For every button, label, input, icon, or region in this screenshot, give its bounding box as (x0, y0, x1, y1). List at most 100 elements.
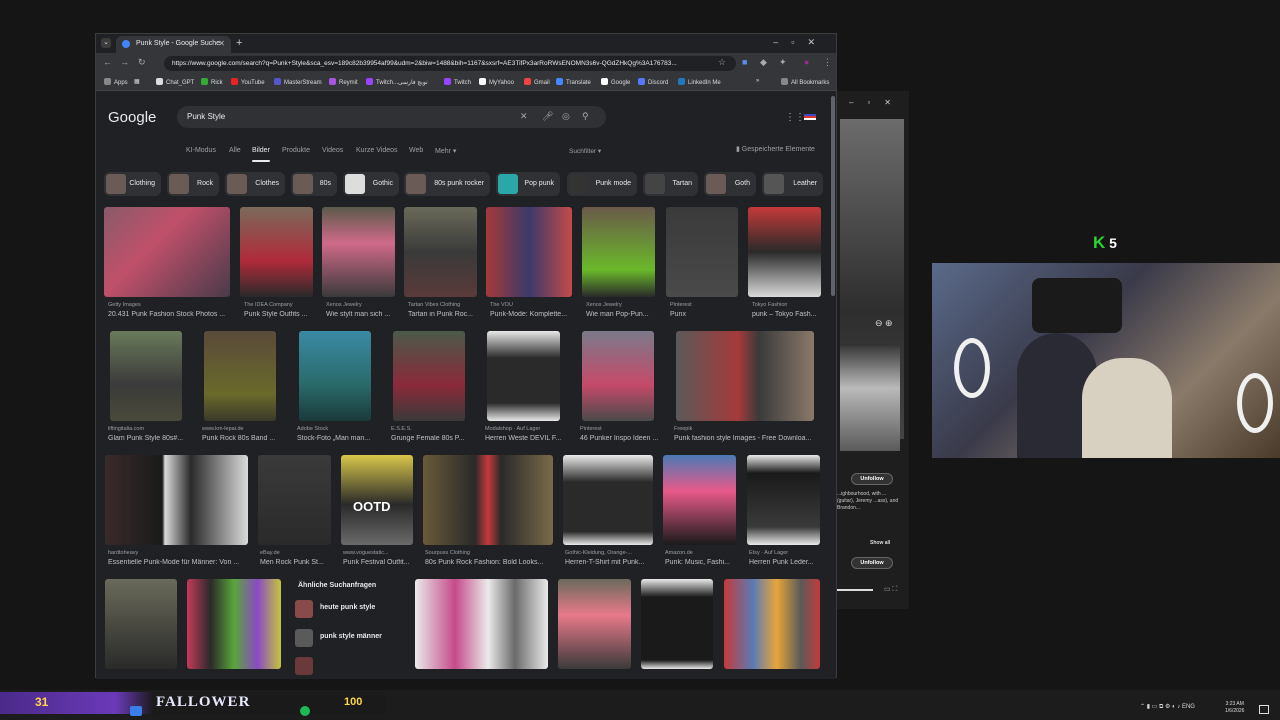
bookmark-twitch[interactable]: Twitch (444, 78, 471, 86)
chip-clothing[interactable]: Clothing (104, 172, 161, 196)
unfollow-button[interactable]: Unfollow (851, 473, 893, 485)
result-title[interactable]: Punk Festival Outfit... (343, 559, 415, 566)
result-title[interactable]: Men Rock Punk St... (260, 559, 332, 566)
result-title[interactable]: punk – Tokyo Fash... (752, 311, 824, 318)
bookmark-rick[interactable]: Rick (201, 78, 223, 86)
result-title[interactable]: Herren Weste DEVIL F... (485, 435, 573, 442)
image-result[interactable] (563, 455, 653, 545)
voice-search-icon[interactable]: 🎤︎ (542, 111, 553, 122)
tab-alle[interactable]: Alle (229, 147, 241, 154)
result-title[interactable]: 20.431 Punk Fashion Stock Photos ... (108, 311, 230, 318)
google-apps-icon[interactable]: ⋮⋮ (785, 112, 805, 123)
all-bookmarks[interactable]: All Bookmarks (781, 78, 829, 86)
result-title[interactable]: Grunge Female 80s P... (391, 435, 479, 442)
new-tab-icon[interactable]: + (236, 37, 242, 49)
bookmark-twitch-fa[interactable]: Twitch...تویچ فارسی (366, 78, 428, 86)
tab-mehr[interactable]: Mehr ▾ (435, 147, 456, 155)
result-title[interactable]: Tartan in Punk Roc... (408, 311, 480, 318)
suchfilter-button[interactable]: Suchfilter ▾ (569, 147, 601, 155)
image-result[interactable] (110, 331, 182, 421)
result-title[interactable]: Essentielle Punk-Mode für Männer: Von ..… (108, 559, 248, 566)
search-icon[interactable]: ⚲ (582, 111, 589, 122)
image-result[interactable] (204, 331, 276, 421)
tab-kurze-videos[interactable]: Kurze Videos (356, 147, 398, 154)
image-result[interactable] (676, 331, 814, 421)
tab-videos[interactable]: Videos (322, 147, 343, 154)
account-avatar[interactable] (804, 114, 816, 120)
system-clock[interactable]: 3:23 AM 1/6/2026 (1225, 701, 1244, 715)
result-title[interactable]: Punk Style Outfits ... (244, 311, 316, 318)
playback-progress[interactable] (837, 589, 873, 591)
result-title[interactable]: Herren Punk Leder... (749, 559, 821, 566)
result-title[interactable]: 46 Punker Inspo Ideen ... (580, 435, 668, 442)
tab-search-icon[interactable]: ⌄ (101, 38, 111, 48)
bookmark-google[interactable]: Google (601, 78, 630, 86)
image-result[interactable] (299, 331, 371, 421)
result-title[interactable]: Punk fashion style Images - Free Downloa… (674, 435, 819, 442)
image-result[interactable] (582, 331, 654, 421)
bookmark-star-icon[interactable]: ☆ (718, 57, 726, 68)
system-tray[interactable]: ⌃ ▮ ▭ ⧉ ⚙ ◐ ♪ ENG (1140, 703, 1195, 711)
search-box[interactable]: Punk Style ✕ 🎤︎ ◎ ⚲ (177, 106, 606, 128)
image-result[interactable] (666, 207, 738, 297)
result-title[interactable]: 80s Punk Rock Fashion: Bold Looks... (425, 559, 555, 566)
window-controls[interactable]: –▫✕ (849, 98, 905, 107)
image-result[interactable] (104, 207, 230, 297)
bookmark-grid-icon[interactable]: ▦ (134, 78, 140, 85)
chip-gothic[interactable]: Gothic (343, 172, 399, 196)
menu-kebab-icon[interactable]: ⋮ (823, 57, 832, 68)
chrome-taskbar-icon[interactable] (130, 706, 142, 716)
scrollbar-thumb[interactable] (831, 96, 835, 296)
extension-icon[interactable]: ■ (742, 57, 747, 67)
bookmark-discord[interactable]: Discord (638, 78, 668, 86)
player-controls-icon[interactable]: ▭ ⛶ (884, 585, 897, 594)
result-title[interactable]: Punk Rock 80s Band ... (202, 435, 290, 442)
image-result[interactable] (393, 331, 465, 421)
profile-avatar-icon[interactable]: ● (804, 57, 809, 67)
search-input[interactable]: Punk Style (187, 112, 225, 121)
chip-tartan[interactable]: Tartan (643, 172, 698, 196)
result-title[interactable]: Herren-T-Shirt mit Punk... (565, 559, 655, 566)
bookmark-reymit[interactable]: Reymit (329, 78, 358, 86)
bookmark-apps[interactable]: Apps (104, 78, 128, 86)
chip-leather[interactable]: Leather (762, 172, 823, 196)
image-result[interactable] (105, 455, 248, 545)
clear-search-icon[interactable]: ✕ (520, 111, 528, 122)
tab-web[interactable]: Web (409, 147, 423, 154)
show-all-link[interactable]: Show all (870, 540, 890, 546)
related-search-item[interactable]: punk style männer (291, 627, 407, 649)
zoom-controls-icon[interactable]: ⊖ ⊕ (875, 318, 893, 329)
result-title[interactable]: Wie man Pop-Pun... (586, 311, 658, 318)
image-result[interactable] (724, 579, 820, 669)
browser-tab[interactable]: Punk Style - Google Suche ✕ (116, 36, 231, 53)
image-result[interactable] (747, 455, 820, 545)
image-result[interactable]: OOTD (341, 455, 413, 545)
chip-rock[interactable]: Rock (167, 172, 219, 196)
result-title[interactable]: Stock-Foto „Man man... (297, 435, 385, 442)
bookmark-linkedin[interactable]: LinkedIn Me (678, 78, 721, 86)
chip-80s[interactable]: 80s (291, 172, 337, 196)
tab-bilder[interactable]: Bilder (252, 147, 270, 154)
saved-items-link[interactable]: ▮ Gespeicherte Elemente (736, 145, 815, 153)
result-title[interactable]: Punk-Mode: Komplette... (490, 311, 574, 318)
bookmark-youtube[interactable]: YouTube (231, 78, 265, 86)
image-result[interactable] (258, 455, 331, 545)
image-result[interactable] (558, 579, 631, 669)
bookmark-myyahoo[interactable]: MyYahoo (479, 78, 514, 86)
image-result[interactable] (748, 207, 821, 297)
chip-80s-punk-rocker[interactable]: 80s punk rocker (404, 172, 490, 196)
result-title[interactable]: Glam Punk Style 80s#... (108, 435, 196, 442)
result-title[interactable]: Wie stylt man sich ... (326, 311, 398, 318)
image-result[interactable] (487, 331, 560, 421)
unfollow-button[interactable]: Unfollow (851, 557, 893, 569)
image-result[interactable] (582, 207, 655, 297)
notifications-icon[interactable] (1259, 705, 1269, 714)
language-indicator[interactable]: ENG (1182, 704, 1195, 710)
google-logo[interactable]: Google (108, 109, 156, 126)
related-search-item[interactable] (291, 655, 407, 677)
chip-goth[interactable]: Goth (704, 172, 756, 196)
tab-ki-modus[interactable]: KI-Modus (186, 147, 216, 154)
image-result[interactable] (423, 455, 553, 545)
image-result[interactable] (404, 207, 477, 297)
close-tab-icon[interactable]: ✕ (218, 39, 225, 48)
